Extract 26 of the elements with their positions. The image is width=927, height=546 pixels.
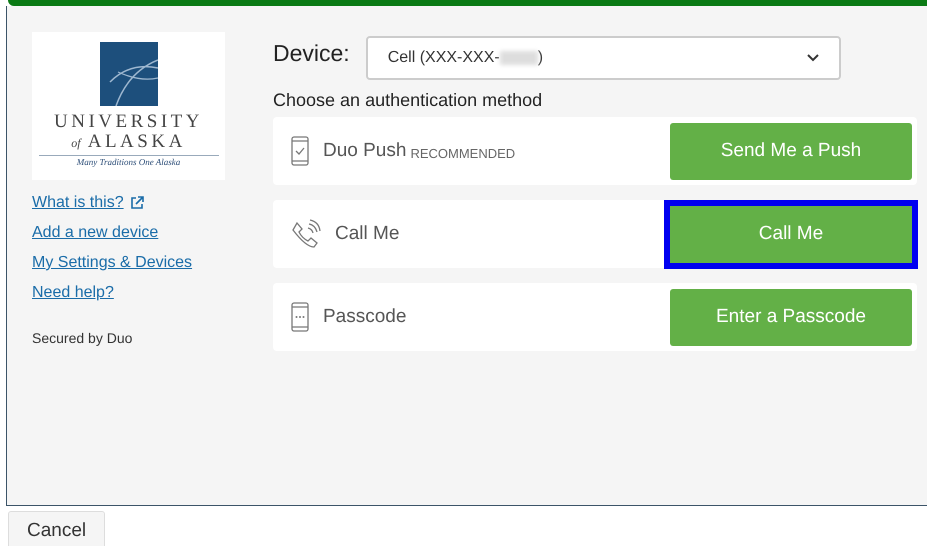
- prompt-text: Choose an authentication method: [273, 90, 544, 111]
- phone-check-icon: [291, 136, 309, 166]
- recommended-label: RECOMMENDED: [410, 146, 516, 161]
- help-link[interactable]: What is this?: [32, 193, 124, 213]
- method-button[interactable]: Enter a Passcode: [670, 288, 912, 346]
- emblem-icon: [100, 42, 158, 106]
- chevron-down-icon: [806, 54, 819, 62]
- method-button[interactable]: Send Me a Push: [670, 122, 912, 180]
- logo-text: ALASKA: [88, 131, 186, 152]
- help-link[interactable]: My Settings & Devices: [32, 253, 192, 273]
- logo-text: of: [71, 136, 81, 150]
- method-label: Duo Push: [323, 140, 406, 162]
- cancel-button[interactable]: Cancel: [8, 511, 106, 546]
- help-link[interactable]: Need help?: [32, 283, 114, 303]
- logo-tagline: Many Traditions One Alaska: [76, 157, 180, 167]
- secured-by-text: Secured by Duo: [32, 330, 134, 346]
- method-label: Passcode: [323, 306, 406, 328]
- method-button[interactable]: Call Me: [670, 206, 912, 262]
- logo-text: UNIVERSITY: [54, 112, 203, 132]
- device-label: Device:: [273, 40, 350, 66]
- redacted-digits: [500, 51, 538, 65]
- phone-passcode-icon: [291, 302, 309, 332]
- phone-ringing-icon: [291, 219, 321, 249]
- device-select[interactable]: Cell (XXX-XXX- ): [366, 36, 841, 80]
- help-link[interactable]: Add a new device: [32, 223, 158, 243]
- method-label: Call Me: [335, 223, 400, 245]
